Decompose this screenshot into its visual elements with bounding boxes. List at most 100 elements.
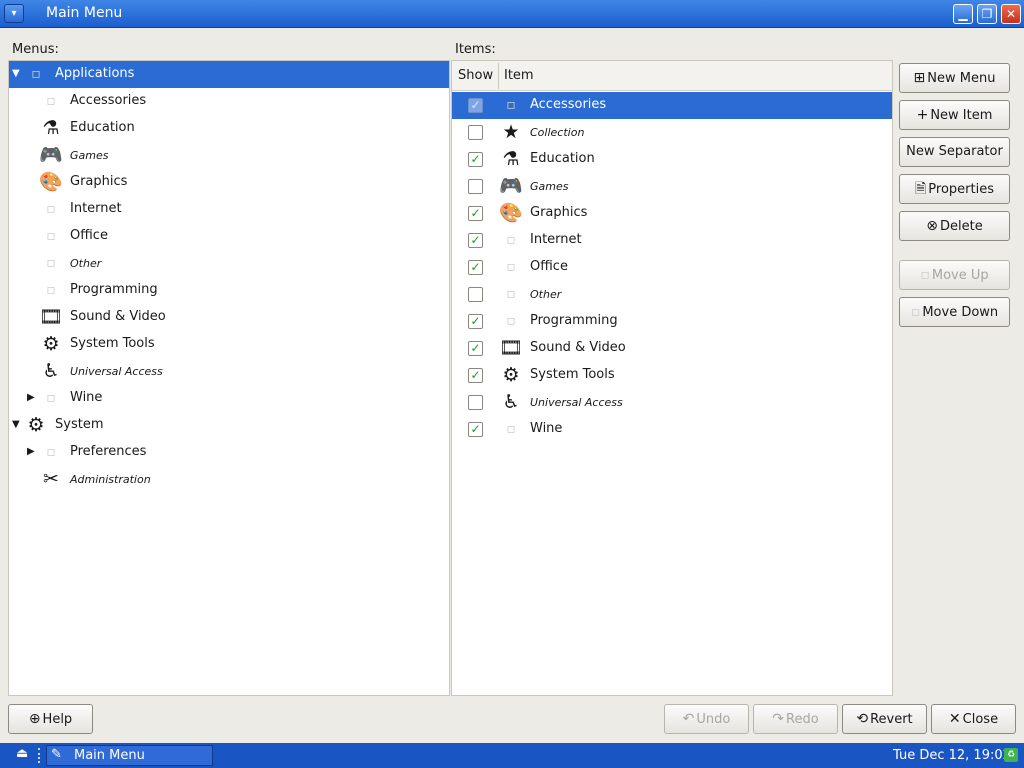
tree-item-sound-video[interactable]: 🎞 Sound & Video xyxy=(9,304,449,331)
item-row-office[interactable]: ✓ ▫ Office xyxy=(452,254,892,281)
tree-item-preferences[interactable]: ▶ ▫ Preferences xyxy=(9,439,449,466)
blank-icon: ▫ xyxy=(506,313,516,329)
item-row-internet[interactable]: ✓ ▫ Internet xyxy=(452,227,892,254)
show-checkbox[interactable] xyxy=(468,125,483,140)
plus-icon: + xyxy=(916,107,929,123)
move-up-button[interactable]: ▫ Move Up xyxy=(899,260,1010,290)
clock[interactable]: Tue Dec 12, 19:02 xyxy=(893,748,1011,763)
new-item-button[interactable]: + New Item xyxy=(899,100,1010,130)
undo-button[interactable]: ↶ Undo xyxy=(664,704,749,734)
tree-item-system-tools[interactable]: ⚙ System Tools xyxy=(9,331,449,358)
item-row-wine[interactable]: ✓ ▫ Wine xyxy=(452,416,892,443)
item-label: Wine xyxy=(530,421,563,436)
close-button[interactable]: ✕ Close xyxy=(931,704,1016,734)
expand-arrow-icon[interactable]: ▶ xyxy=(27,391,39,405)
item-row-sound-video[interactable]: ✓ 🎞 Sound & Video xyxy=(452,335,892,362)
expand-arrow-icon[interactable]: ▶ xyxy=(27,445,39,459)
item-row-education[interactable]: ✓ ⚗ Education xyxy=(452,146,892,173)
item-label: Programming xyxy=(530,313,618,328)
tree-item-label: Programming xyxy=(70,282,158,297)
new-separator-button[interactable]: New Separator xyxy=(899,137,1010,167)
move-down-button[interactable]: ▫ Move Down xyxy=(899,297,1010,327)
item-label: Universal Access xyxy=(530,396,623,409)
folder-icon: ▫ xyxy=(31,66,41,82)
title-bar: ▾ Main Menu ▁ ❐ ✕ xyxy=(0,0,1024,28)
new-separator-label: New Separator xyxy=(906,144,1003,159)
maximize-button[interactable]: ❐ xyxy=(977,4,997,24)
task-label: Main Menu xyxy=(74,748,145,763)
tree-item-system[interactable]: ▼ ⚙ System xyxy=(9,412,449,439)
blank-icon: ▫ xyxy=(46,390,56,406)
tree-item-label: Office xyxy=(70,228,108,243)
show-checkbox[interactable]: ✓ xyxy=(468,206,483,221)
move-up-icon: ▫ xyxy=(920,267,930,283)
show-checkbox[interactable]: ✓ xyxy=(468,341,483,356)
blank-icon: ▫ xyxy=(46,282,56,298)
taskbar-task-main-menu[interactable]: ✎ Main Menu xyxy=(46,745,213,766)
item-column-header[interactable]: Item xyxy=(504,68,534,83)
new-menu-button[interactable]: ⊞ New Menu xyxy=(899,63,1010,93)
revert-icon: ⟲ xyxy=(856,711,869,727)
blank-icon: ▫ xyxy=(506,421,516,437)
redo-button[interactable]: ↷ Redo xyxy=(753,704,838,734)
tree-item-administration[interactable]: ✂ Administration xyxy=(9,466,449,493)
tree-item-graphics[interactable]: 🎨 Graphics xyxy=(9,169,449,196)
undo-icon: ↶ xyxy=(682,711,695,727)
collapse-arrow-icon[interactable]: ▼ xyxy=(12,67,24,81)
tree-item-other[interactable]: ▫ Other xyxy=(9,250,449,277)
help-button[interactable]: ⊕ Help xyxy=(8,704,93,734)
gear-icon: ⚙ xyxy=(502,364,520,386)
window-menu-button[interactable]: ▾ xyxy=(4,4,24,23)
show-checkbox[interactable]: ✓ xyxy=(468,422,483,437)
tree-item-wine[interactable]: ▶ ▫ Wine xyxy=(9,385,449,412)
item-row-games[interactable]: 🎮 Games xyxy=(452,173,892,200)
items-list[interactable]: Show Item ✓ ▫ Accessories ★ Collection ✓ ⚗ Educ… xyxy=(451,60,893,696)
blank-icon: ▫ xyxy=(46,228,56,244)
menus-tree[interactable]: ▼ ▫ Applications ▫ Accessories ⚗ Education 🎮 Gam… xyxy=(8,60,450,696)
show-checkbox[interactable] xyxy=(468,287,483,302)
tree-item-games[interactable]: 🎮 Games xyxy=(9,142,449,169)
delete-button[interactable]: ⊗ Delete xyxy=(899,211,1010,241)
properties-button[interactable]: 🗎 Properties xyxy=(899,174,1010,204)
show-checkbox[interactable]: ✓ xyxy=(468,98,483,113)
delete-icon: ⊗ xyxy=(926,218,938,234)
tree-item-education[interactable]: ⚗ Education xyxy=(9,115,449,142)
revert-button[interactable]: ⟲ Revert xyxy=(842,704,927,734)
item-row-programming[interactable]: ✓ ▫ Programming xyxy=(452,308,892,335)
tree-item-applications[interactable]: ▼ ▫ Applications xyxy=(9,61,449,88)
help-icon: ⊕ xyxy=(28,711,41,727)
tree-item-office[interactable]: ▫ Office xyxy=(9,223,449,250)
tree-item-programming[interactable]: ▫ Programming xyxy=(9,277,449,304)
tray-recycle-icon[interactable]: ♻ xyxy=(1004,748,1018,762)
new-item-label: New Item xyxy=(930,108,993,123)
item-row-graphics[interactable]: ✓ 🎨 Graphics xyxy=(452,200,892,227)
show-checkbox[interactable]: ✓ xyxy=(468,233,483,248)
item-row-system-tools[interactable]: ✓ ⚙ System Tools xyxy=(452,362,892,389)
collapse-arrow-icon[interactable]: ▼ xyxy=(12,418,24,432)
item-row-other[interactable]: ▫ Other xyxy=(452,281,892,308)
taskbar: ⏏ ✎ Main Menu Tue Dec 12, 19:02 ♻ xyxy=(0,743,1024,768)
show-checkbox[interactable] xyxy=(468,179,483,194)
tree-item-universal-access[interactable]: ♿ Universal Access xyxy=(9,358,449,385)
item-row-universal-access[interactable]: ♿ Universal Access xyxy=(452,389,892,416)
show-checkbox[interactable]: ✓ xyxy=(468,314,483,329)
show-checkbox[interactable]: ✓ xyxy=(468,152,483,167)
show-checkbox[interactable]: ✓ xyxy=(468,368,483,383)
task-app-icon: ✎ xyxy=(51,747,62,762)
show-column-header[interactable]: Show xyxy=(458,68,493,83)
close-window-button[interactable]: ✕ xyxy=(1001,4,1021,24)
tree-item-internet[interactable]: ▫ Internet xyxy=(9,196,449,223)
tree-item-accessories[interactable]: ▫ Accessories xyxy=(9,88,449,115)
show-checkbox[interactable] xyxy=(468,395,483,410)
item-row-collection[interactable]: ★ Collection xyxy=(452,119,892,146)
tree-item-label: Preferences xyxy=(70,444,147,459)
show-checkbox[interactable]: ✓ xyxy=(468,260,483,275)
start-menu-icon[interactable]: ⏏ xyxy=(16,746,28,761)
move-down-label: Move Down xyxy=(922,305,999,320)
item-row-accessories[interactable]: ✓ ▫ Accessories xyxy=(452,92,892,119)
minimize-button[interactable]: ▁ xyxy=(953,4,973,24)
flask-icon: ⚗ xyxy=(42,117,60,139)
tree-item-label: Other xyxy=(70,257,102,270)
